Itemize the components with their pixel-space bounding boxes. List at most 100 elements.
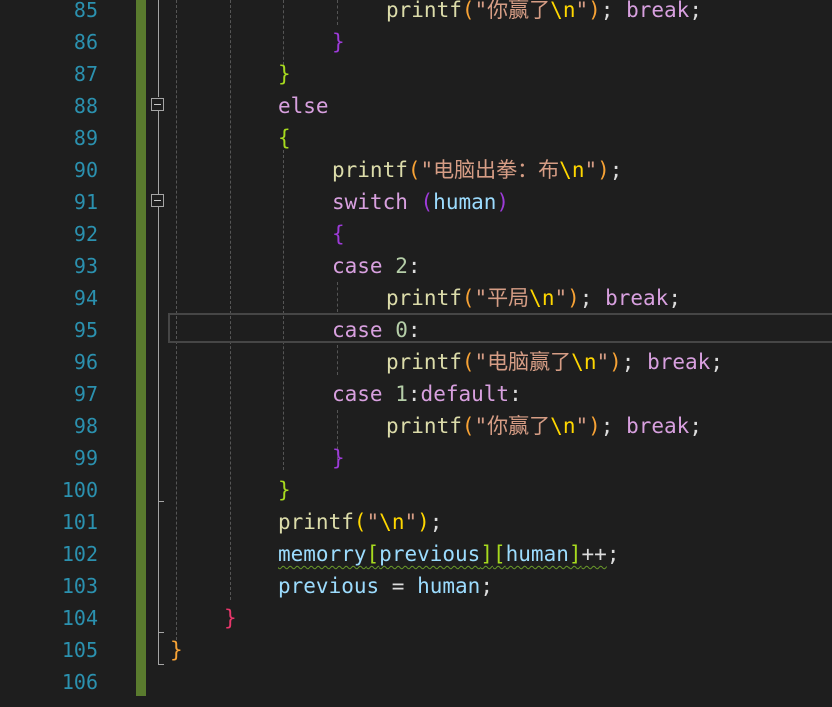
code-token: \n xyxy=(529,286,555,310)
line-number: 94 xyxy=(73,286,98,310)
fold-guide-line xyxy=(158,0,159,97)
code-token: ; xyxy=(710,350,723,374)
code-token: 2 xyxy=(395,254,408,278)
code-line-99[interactable]: } xyxy=(332,442,345,474)
code-token: " xyxy=(575,0,589,22)
code-token: 0 xyxy=(395,318,408,342)
code-token: \n xyxy=(379,510,405,534)
code-token: " xyxy=(584,158,598,182)
code-line-93[interactable]: case 2: xyxy=(332,250,421,282)
code-token: } xyxy=(278,478,291,502)
code-token: ( xyxy=(461,350,475,374)
code-line-87[interactable]: } xyxy=(278,58,291,90)
indent-guide xyxy=(337,345,338,375)
code-token: 电脑赢了 xyxy=(487,350,572,374)
code-token: } xyxy=(278,62,291,86)
code-token: = xyxy=(379,574,418,598)
code-line-94[interactable]: printf("平局\n"); break; xyxy=(386,282,681,314)
code-token: previous xyxy=(278,574,380,598)
code-line-92[interactable]: { xyxy=(332,218,345,250)
code-token: memorry xyxy=(278,542,367,566)
error-squiggle[interactable]: memorry[previous][human]++ xyxy=(278,542,607,566)
code-token: ) xyxy=(597,158,610,182)
line-number: 104 xyxy=(61,606,98,630)
code-token: : xyxy=(407,382,421,406)
code-line-91[interactable]: switch (human) xyxy=(332,186,509,218)
line-number: 100 xyxy=(61,478,98,502)
code-line-85[interactable]: printf("你赢了\n"); break; xyxy=(386,0,702,26)
code-token: } xyxy=(332,446,345,470)
code-token: 你赢了 xyxy=(487,414,551,438)
code-token: " xyxy=(366,510,380,534)
code-token: \n xyxy=(571,350,597,374)
collapse-switch-icon[interactable] xyxy=(151,194,164,207)
code-token: human xyxy=(505,542,569,566)
code-token: : xyxy=(509,382,522,406)
code-line-100[interactable]: } xyxy=(278,474,291,506)
code-token: ) xyxy=(567,286,580,310)
code-token: 平局 xyxy=(487,286,530,310)
code-token: " xyxy=(474,414,488,438)
code-editor[interactable]: 85 86 87 88 89 90 91 92 93 94 95 96 97 98 99 100 101 102 1… xyxy=(0,0,832,707)
collapse-else-icon[interactable] xyxy=(151,98,164,111)
line-number: 101 xyxy=(61,510,98,534)
code-token: 电脑出拳：布 xyxy=(433,158,560,182)
code-line-90[interactable]: printf("电脑出拳：布\n"); xyxy=(332,154,622,186)
code-line-86[interactable]: } xyxy=(332,26,345,58)
line-number: 90 xyxy=(73,158,98,182)
line-number: 88 xyxy=(73,94,98,118)
code-token: " xyxy=(474,350,488,374)
code-token: ; xyxy=(621,350,635,374)
code-token: ( xyxy=(353,510,367,534)
code-token: 你赢了 xyxy=(487,0,551,22)
line-number: 106 xyxy=(61,670,98,694)
code-line-105[interactable]: } xyxy=(170,634,183,666)
code-line-97[interactable]: case 1:default: xyxy=(332,378,522,410)
code-token: human xyxy=(417,574,481,598)
line-number: 97 xyxy=(73,382,98,406)
code-line-104[interactable]: } xyxy=(224,602,237,634)
code-token: { xyxy=(278,126,291,150)
change-tracking-bar xyxy=(136,0,146,696)
code-line-101[interactable]: printf("\n"); xyxy=(278,506,442,538)
code-token: ) xyxy=(588,414,601,438)
code-token: " xyxy=(554,286,568,310)
code-line-95[interactable]: case 0: xyxy=(332,314,421,346)
code-token: ] xyxy=(480,542,493,566)
code-line-89[interactable]: { xyxy=(278,122,291,154)
code-token: ) xyxy=(588,0,601,22)
code-token: printf xyxy=(278,510,354,534)
code-token: ; xyxy=(668,286,681,310)
code-token: case xyxy=(332,254,383,278)
code-token: default xyxy=(420,382,510,406)
code-token: " xyxy=(420,158,434,182)
code-line-103[interactable]: previous = human; xyxy=(278,570,493,602)
code-token: ; xyxy=(606,542,620,566)
code-token: ( xyxy=(461,286,475,310)
code-token: ( xyxy=(407,158,421,182)
code-token: ( xyxy=(461,0,475,22)
line-number: 87 xyxy=(73,62,98,86)
code-token: \n xyxy=(550,0,576,22)
code-line-88[interactable]: else xyxy=(278,90,329,122)
code-token: : xyxy=(407,318,421,342)
code-line-96[interactable]: printf("电脑赢了\n"); break; xyxy=(386,346,723,378)
code-token: { xyxy=(332,222,345,246)
code-line-102[interactable]: memorry[previous][human]++; xyxy=(278,538,619,570)
code-token: ; xyxy=(600,414,614,438)
code-token: ; xyxy=(429,510,443,534)
code-token: \n xyxy=(550,414,576,438)
code-token: ) xyxy=(496,190,510,214)
code-token: ] xyxy=(568,542,582,566)
line-number: 91 xyxy=(73,190,98,214)
code-token: printf xyxy=(386,286,462,310)
line-number: 92 xyxy=(73,222,98,246)
code-token: previous xyxy=(379,542,481,566)
code-token: " xyxy=(596,350,610,374)
code-token: ; xyxy=(689,414,702,438)
code-line-98[interactable]: printf("你赢了\n"); break; xyxy=(386,410,702,442)
